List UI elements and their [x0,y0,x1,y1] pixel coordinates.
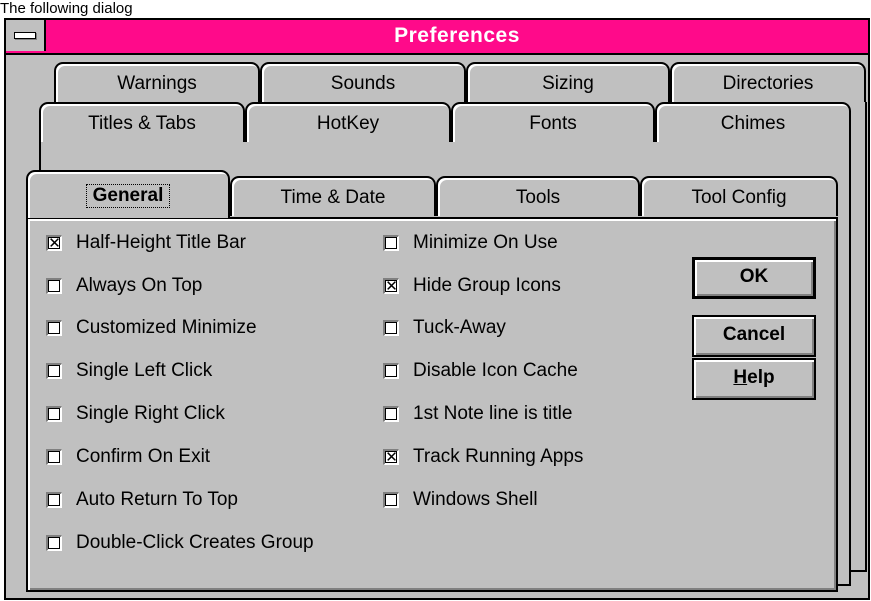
checkbox-checked[interactable]: ✕ [383,449,399,465]
checkbox[interactable] [46,406,62,422]
tab-sizing[interactable]: Sizing [466,62,670,102]
option-confirm-on-exit[interactable]: Confirm On Exit [46,444,210,470]
checkbox[interactable] [383,492,399,508]
option-tuck-away[interactable]: Tuck-Away [383,315,506,341]
general-tab-panel: ✕ Half-Height Title Bar Always On Top Cus… [26,217,838,592]
checkbox-checked[interactable]: ✕ [46,235,62,251]
help-button[interactable]: Help [692,358,816,400]
checkbox[interactable] [383,406,399,422]
tab-tool-config[interactable]: Tool Config [640,176,838,216]
help-label: elp [747,367,775,388]
window-title: Preferences [394,24,520,47]
option-single-right-click[interactable]: Single Right Click [46,401,225,427]
tab-warnings[interactable]: Warnings [54,62,260,102]
tab-chimes[interactable]: Chimes [655,102,851,142]
option-half-height-title-bar[interactable]: ✕ Half-Height Title Bar [46,230,246,256]
option-single-left-click[interactable]: Single Left Click [46,358,212,384]
option-first-note-line-is-title[interactable]: 1st Note line is title [383,401,572,427]
system-menu-icon [14,32,36,39]
help-mnemonic: H [733,367,748,388]
tab-directories[interactable]: Directories [670,62,866,102]
checkbox[interactable] [46,449,62,465]
option-always-on-top[interactable]: Always On Top [46,273,202,299]
option-track-running-apps[interactable]: ✕ Track Running Apps [383,444,583,470]
system-menu-button[interactable] [6,20,46,51]
checkbox[interactable] [46,278,62,294]
checkbox[interactable] [383,320,399,336]
title-bar: Preferences [6,20,868,55]
option-customized-minimize[interactable]: Customized Minimize [46,315,257,341]
option-disable-icon-cache[interactable]: Disable Icon Cache [383,358,578,384]
option-windows-shell[interactable]: Windows Shell [383,487,538,513]
preferences-dialog: Preferences Warnings Sounds Sizing Direc… [4,18,870,600]
checkbox[interactable] [46,363,62,379]
option-auto-return-to-top[interactable]: Auto Return To Top [46,487,238,513]
tab-general[interactable]: General [26,170,230,218]
checkbox-checked[interactable]: ✕ [383,278,399,294]
checkbox[interactable] [46,535,62,551]
tab-fonts[interactable]: Fonts [451,102,655,142]
cancel-button[interactable]: Cancel [692,315,816,357]
option-minimize-on-use[interactable]: Minimize On Use [383,230,558,256]
checkbox[interactable] [383,235,399,251]
tab-time-date[interactable]: Time & Date [230,176,436,216]
tab-hotkey[interactable]: HotKey [245,102,451,142]
checkbox[interactable] [46,492,62,508]
ok-button[interactable]: OK [692,257,816,299]
checkbox[interactable] [383,363,399,379]
option-hide-group-icons[interactable]: ✕ Hide Group Icons [383,273,561,299]
tab-titles-tabs[interactable]: Titles & Tabs [39,102,245,142]
option-double-click-creates-group[interactable]: Double-Click Creates Group [46,530,314,556]
checkbox[interactable] [46,320,62,336]
tab-sounds[interactable]: Sounds [260,62,466,102]
caption-text: The following dialog [0,0,133,17]
tab-tools[interactable]: Tools [436,176,640,216]
